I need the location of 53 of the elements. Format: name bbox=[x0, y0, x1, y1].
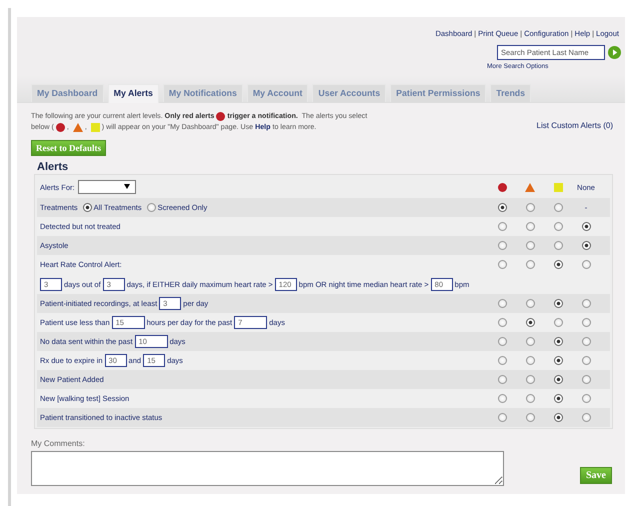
radio-button[interactable] bbox=[526, 299, 534, 308]
radio-button[interactable] bbox=[526, 318, 534, 327]
custom-alerts-link[interactable]: List Custom Alerts (0) bbox=[536, 121, 613, 130]
radio-button[interactable] bbox=[498, 413, 506, 422]
radio-button[interactable] bbox=[554, 375, 562, 384]
radio-button[interactable] bbox=[498, 356, 506, 365]
radio-button[interactable] bbox=[554, 337, 562, 346]
radio-button[interactable] bbox=[526, 260, 534, 269]
alerts-title: Alerts bbox=[37, 161, 70, 173]
radio-button[interactable] bbox=[498, 375, 506, 384]
radio-button[interactable] bbox=[554, 413, 562, 422]
radio-button[interactable] bbox=[554, 260, 562, 269]
radio-button[interactable] bbox=[526, 375, 534, 384]
radio-button[interactable] bbox=[526, 241, 534, 250]
radio-button[interactable] bbox=[582, 241, 590, 250]
radio-button[interactable] bbox=[146, 203, 156, 212]
radio-button[interactable] bbox=[582, 356, 590, 365]
radio-button[interactable] bbox=[526, 394, 534, 403]
radio-button[interactable] bbox=[582, 299, 590, 308]
radio-button[interactable] bbox=[526, 222, 534, 231]
radio-button[interactable] bbox=[526, 337, 534, 346]
radio-button[interactable] bbox=[498, 337, 506, 346]
radio-button[interactable] bbox=[526, 203, 534, 212]
radio-button[interactable] bbox=[498, 203, 506, 212]
dropdown-arrow-icon bbox=[124, 184, 130, 189]
radio-button[interactable] bbox=[554, 318, 562, 327]
alerts-for-dropdown[interactable] bbox=[78, 180, 136, 194]
radio-button[interactable] bbox=[582, 318, 590, 327]
radio-button[interactable] bbox=[498, 222, 506, 231]
radio-button[interactable] bbox=[554, 356, 562, 365]
radio-button[interactable] bbox=[498, 318, 506, 327]
radio-button[interactable] bbox=[582, 394, 590, 403]
radio-button[interactable] bbox=[582, 260, 590, 269]
comments-field[interactable] bbox=[31, 451, 504, 486]
tab[interactable]: My Alerts bbox=[108, 84, 159, 103]
radio-button[interactable] bbox=[526, 413, 534, 422]
radio-button[interactable] bbox=[582, 337, 590, 346]
radio-button[interactable] bbox=[554, 299, 562, 308]
radio-button[interactable] bbox=[82, 203, 92, 212]
radio-button[interactable] bbox=[554, 241, 562, 250]
go-icon[interactable] bbox=[608, 46, 621, 59]
radio-button[interactable] bbox=[498, 260, 506, 269]
radio-button[interactable] bbox=[582, 375, 590, 384]
radio-button[interactable] bbox=[554, 394, 562, 403]
radio-button[interactable] bbox=[582, 222, 590, 231]
radio-button[interactable] bbox=[498, 299, 506, 308]
radio-button[interactable] bbox=[554, 203, 562, 212]
comments-label: My Comments: bbox=[31, 439, 86, 448]
radio-button[interactable] bbox=[498, 241, 506, 250]
radio-button[interactable] bbox=[498, 394, 506, 403]
radio-button[interactable] bbox=[526, 356, 534, 365]
radio-button[interactable] bbox=[554, 222, 562, 231]
radio-button[interactable] bbox=[582, 413, 590, 422]
